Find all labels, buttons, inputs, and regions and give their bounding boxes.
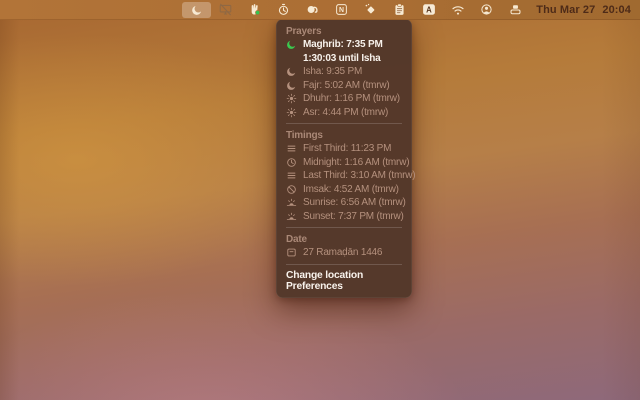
menubar-item-input-source[interactable]: A — [414, 2, 443, 18]
timer-clock-icon — [277, 3, 290, 16]
menubar-item-elephant[interactable] — [298, 2, 327, 18]
sun-icon — [286, 107, 299, 118]
timing-row-sunrise: Sunrise: 6:56 AM (tmrw) — [276, 196, 412, 210]
wifi-icon — [451, 4, 465, 16]
prayer-times-dropdown: Prayers Maghrib: 7:35 PM 1:30:03 until I… — [276, 19, 412, 298]
crescent-moon-icon — [191, 4, 203, 16]
menubar-item-stacked[interactable] — [501, 2, 530, 18]
separator — [286, 264, 402, 265]
input-source-a-icon: A — [422, 3, 436, 16]
menubar-item-wifi[interactable] — [443, 2, 472, 18]
menubar-time: 20:04 — [602, 4, 631, 16]
stacked-windows-icon — [509, 3, 522, 16]
date-row: 27 Ramaḍān 1446 — [276, 246, 412, 260]
section-title-timings: Timings — [276, 127, 412, 142]
display-slash-icon — [219, 3, 232, 16]
prayer-row-maghrib: Maghrib: 7:35 PM — [276, 38, 412, 52]
timing-row-sunset: Sunset: 7:37 PM (tmrw) — [276, 210, 412, 224]
clock-icon — [286, 157, 299, 168]
notion-n-icon: N — [335, 3, 348, 16]
timing-row-midnight: Midnight: 1:16 AM (tmrw) — [276, 156, 412, 170]
status-dot — [256, 10, 260, 14]
crescent-moon-icon — [286, 80, 299, 91]
menubar-clock[interactable]: Thu Mar 27 20:04 — [530, 4, 633, 16]
thirds-lines-icon — [286, 170, 299, 181]
clipboard-icon — [393, 3, 406, 16]
menubar-item-timer[interactable] — [269, 2, 298, 18]
timing-row-last-third: Last Third: 3:10 AM (tmrw) — [276, 169, 412, 183]
prayer-row-dhuhr: Dhuhr: 1:16 PM (tmrw) — [276, 92, 412, 106]
menu-bar: N A — [0, 0, 640, 20]
timing-row-imsak: Imsak: 4:52 AM (tmrw) — [276, 183, 412, 197]
menubar-item-spray[interactable] — [356, 2, 385, 18]
menubar-item-hand-status[interactable] — [240, 2, 269, 18]
sun-icon — [286, 93, 299, 104]
calendar-icon — [286, 247, 299, 258]
crescent-moon-icon — [286, 66, 299, 77]
prayer-row-fajr: Fajr: 5:02 AM (tmrw) — [276, 79, 412, 93]
section-title-date: Date — [276, 231, 412, 246]
menubar-item-notion[interactable]: N — [327, 2, 356, 18]
prayer-row-asr: Asr: 4:44 PM (tmrw) — [276, 106, 412, 120]
thirds-lines-icon — [286, 143, 299, 154]
separator — [286, 227, 402, 228]
section-title-prayers: Prayers — [276, 23, 412, 38]
change-location-preferences-item[interactable]: Change location Preferences — [276, 268, 412, 293]
svg-text:A: A — [426, 6, 432, 15]
circle-slash-icon — [286, 184, 299, 195]
menubar-item-clipboard[interactable] — [385, 2, 414, 18]
svg-text:N: N — [339, 7, 344, 14]
user-circle-icon — [480, 3, 493, 16]
menubar-date: Thu Mar 27 — [536, 4, 595, 16]
menubar-item-user[interactable] — [472, 2, 501, 18]
sunrise-icon — [286, 197, 299, 208]
prayer-row-isha: Isha: 9:35 PM — [276, 65, 412, 79]
menubar-item-prayer-app[interactable] — [182, 2, 211, 18]
separator — [286, 123, 402, 124]
spray-diamond-icon — [364, 3, 377, 16]
menubar-item-display-mute[interactable] — [211, 2, 240, 18]
elephant-icon — [306, 3, 319, 16]
crescent-moon-icon — [286, 39, 299, 50]
sunset-icon — [286, 211, 299, 222]
hand-icon — [248, 3, 261, 16]
countdown-row: 1:30:03 until Isha — [276, 52, 412, 66]
timing-row-first-third: First Third: 11:23 PM — [276, 142, 412, 156]
